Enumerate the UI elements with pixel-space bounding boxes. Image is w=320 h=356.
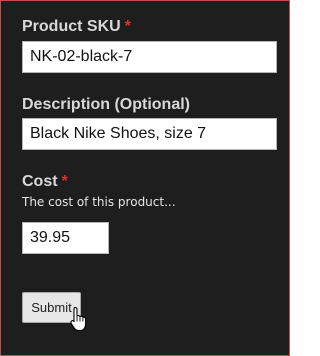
sku-field-group: Product SKU * [22, 17, 131, 37]
cost-label-text: Cost [22, 173, 58, 190]
description-field-group: Description (Optional) [22, 95, 190, 115]
sku-required-mark: * [124, 18, 131, 35]
hand-pointer-icon [70, 306, 87, 332]
cost-input[interactable] [22, 222, 109, 254]
cost-label: Cost * [22, 172, 176, 192]
sku-input[interactable] [22, 41, 277, 73]
cost-help-text: The cost of this product... [22, 195, 176, 209]
description-label: Description (Optional) [22, 96, 190, 113]
sku-label-text: Product SKU [22, 18, 121, 35]
form-panel: Product SKU* Description (Optional) Cost… [0, 0, 290, 356]
description-input[interactable] [22, 118, 277, 150]
cost-field-group: Cost * The cost of this product... [22, 172, 176, 210]
sku-label: Product SKU * [22, 17, 131, 37]
cost-required-mark: * [61, 173, 68, 190]
